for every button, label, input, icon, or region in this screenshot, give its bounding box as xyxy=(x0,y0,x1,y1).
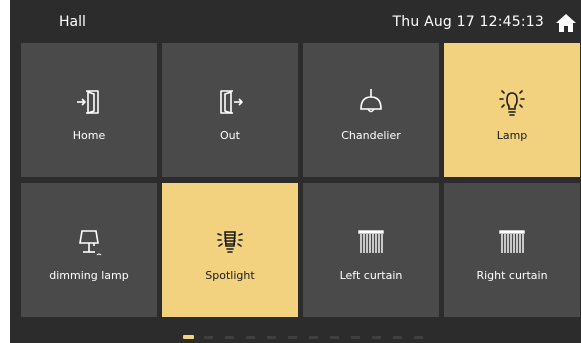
page-dot[interactable] xyxy=(204,336,213,339)
bulb-icon xyxy=(499,90,525,116)
page-dot[interactable] xyxy=(330,336,339,339)
spotlight-icon xyxy=(217,231,243,253)
room-name: Hall xyxy=(59,14,86,30)
control-panel-screen: Hall Thu Aug 17 12:45:13 Home Out Chande… xyxy=(10,0,581,343)
tile-out[interactable]: Out xyxy=(162,43,298,177)
tile-lamp[interactable]: Lamp xyxy=(444,43,580,177)
tile-label: Spotlight xyxy=(205,269,255,282)
date-time: Thu Aug 17 12:45:13 xyxy=(392,14,544,30)
tile-label: Chandelier xyxy=(341,129,401,142)
home-icon[interactable] xyxy=(555,12,577,34)
tile-label: Out xyxy=(220,129,240,142)
curtain-icon xyxy=(358,230,384,253)
page-dot-active[interactable] xyxy=(183,335,194,339)
tile-label: Left curtain xyxy=(339,269,403,282)
top-bar: Hall Thu Aug 17 12:45:13 xyxy=(10,0,581,42)
table-lamp-icon xyxy=(79,230,102,256)
tile-label: Right curtain xyxy=(476,269,548,282)
page-dot[interactable] xyxy=(246,336,255,339)
tile-spotlight[interactable]: Spotlight xyxy=(162,183,298,317)
page-dot[interactable] xyxy=(309,336,318,339)
page-dot[interactable] xyxy=(351,336,360,339)
exit-door-icon xyxy=(220,90,243,114)
tile-label: dimming lamp xyxy=(49,269,129,282)
tile-left-curtain[interactable]: Left curtain xyxy=(303,183,439,317)
tile-label: Home xyxy=(72,129,106,142)
page-dot[interactable] xyxy=(225,336,234,339)
tile-chandelier[interactable]: Chandelier xyxy=(303,43,439,177)
curtain-icon xyxy=(499,230,525,253)
page-dot[interactable] xyxy=(393,336,402,339)
chandelier-icon xyxy=(360,89,382,113)
tile-right-curtain[interactable]: Right curtain xyxy=(444,183,580,317)
page-dot[interactable] xyxy=(372,336,381,339)
tile-dimming-lamp[interactable]: dimming lamp xyxy=(21,183,157,317)
page-dot[interactable] xyxy=(288,336,297,339)
page-dot[interactable] xyxy=(267,336,276,339)
tile-label: Lamp xyxy=(496,129,528,142)
enter-door-icon xyxy=(77,90,99,114)
tile-home[interactable]: Home xyxy=(21,43,157,177)
page-indicator xyxy=(10,331,581,343)
page-dot[interactable] xyxy=(414,336,423,339)
